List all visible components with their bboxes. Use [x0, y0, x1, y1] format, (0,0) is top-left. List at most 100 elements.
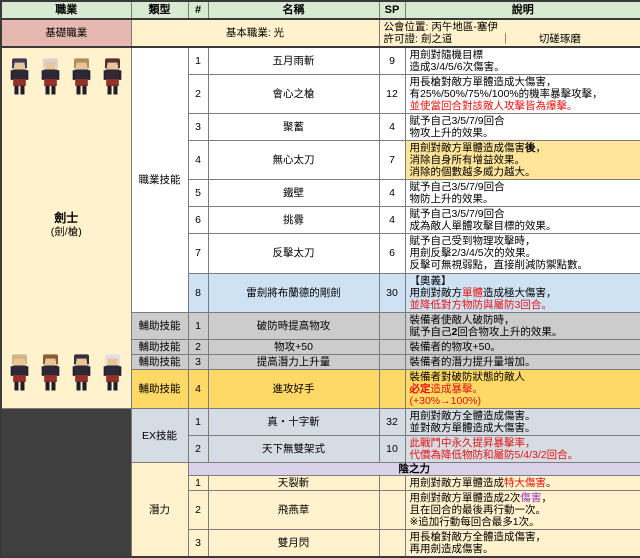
desc-segment: 賦予自己受到物理攻擊時， — [410, 235, 536, 247]
class-weapons: (劍/槍) — [51, 226, 82, 239]
skill-desc-cell: 用劍對敵方單體造成傷害後，消除自身所有增益效果。消除的個數越多威力越大。 — [405, 141, 640, 180]
skill-number-cell: 2 — [188, 75, 208, 114]
skill-name-cell: 進攻好手 — [208, 369, 379, 408]
type-cell-potential: 潛力 — [131, 463, 188, 558]
type-cell-support: 輔助技能 — [131, 339, 188, 354]
column-header: 職業 — [1, 1, 131, 19]
skill-name-cell: 真・十字斬 — [208, 409, 379, 436]
skill-sp-cell — [379, 369, 405, 408]
skill-name-cell: 天下無雙架式 — [208, 436, 379, 463]
skill-sp-cell — [379, 530, 405, 558]
desc-segment: 賦予自己 — [410, 326, 452, 338]
desc-segment: 裝備者使敵人破防時， — [410, 314, 515, 326]
desc-segment: 傷害 — [520, 492, 541, 504]
skill-number-cell: 3 — [188, 530, 208, 558]
desc-segment: 消除的個數越多威力越大。 — [410, 166, 536, 178]
character-sprite — [38, 56, 63, 98]
table-row: EX技能1真・十字斬32用劍對敵方全體造成傷害。並對敵方單體造成大傷害。 — [1, 409, 640, 436]
base-class-cell: 基本職業: 光 — [131, 19, 379, 47]
skill-number-cell: 1 — [188, 47, 208, 75]
desc-line: 賦予自己3/5/7/9回合 — [410, 208, 637, 220]
column-header: 類型 — [131, 1, 188, 19]
skill-desc-cell: 此戰鬥中永久提昇暴擊率，代價為降低物防和屬防5/4/3/2回合。 — [405, 436, 640, 463]
skill-name-cell: 聚蓄 — [208, 114, 379, 141]
skill-sp-cell: 30 — [379, 273, 405, 312]
class-name: 劍士 — [51, 211, 82, 226]
desc-segment: 用劍反擊2/3/4/5次的效果。 — [410, 247, 537, 259]
desc-line: 此戰鬥中永久提昇暴擊率， — [410, 437, 637, 449]
desc-segment: 並降低對方物防與屬防3回合。 — [410, 299, 552, 311]
desc-line: 用劍對敵方單體造成傷害後， — [410, 142, 637, 154]
desc-line: 反擊可無視弱點，直接削減防禦點數。 — [410, 259, 637, 271]
skill-name-cell: 雷劍將布蘭德的剛劍 — [208, 273, 379, 312]
desc-segment: 。 — [546, 477, 557, 489]
skill-desc-cell: 裝備者的物攻+50。 — [405, 339, 640, 354]
skill-number-cell: 7 — [188, 234, 208, 273]
license-label: 許可證: 劍之道 — [384, 33, 453, 45]
skill-name-cell: 無心太刀 — [208, 141, 379, 180]
skill-name-cell: 物攻+50 — [208, 339, 379, 354]
skill-name-cell: 破防時提高物攻 — [208, 312, 379, 339]
desc-segment: 回合物攻上升的效果。 — [457, 326, 562, 338]
guild-location: 公會位置: 丙午地區-塞伊 — [384, 21, 637, 33]
type-cell-ex: EX技能 — [131, 409, 188, 463]
desc-segment: ※追加行動每回合最多1次。 — [410, 516, 540, 528]
desc-line: 裝備者使敵人破防時， — [410, 314, 637, 326]
skill-number-cell: 8 — [188, 273, 208, 312]
class-name-block: 劍士(劍/槍) — [51, 211, 82, 239]
class-cell: 劍士(劍/槍) — [1, 47, 131, 409]
desc-segment: 代價為降低物防和屬防5/4/3/2回合。 — [410, 449, 579, 461]
desc-segment: 造成暴擊。 — [431, 383, 484, 395]
desc-line: 用長槍對敵方全體造成傷害， — [410, 531, 637, 543]
skill-sp-cell — [379, 339, 405, 354]
desc-segment: 並使當回合對該敵人攻擊皆為爆擊。 — [410, 100, 578, 112]
desc-line: 有25%/50%/75%/100%的機率暴擊攻擊， — [410, 88, 637, 100]
desc-line: 裝備者的潛力提升量增加。 — [410, 356, 637, 368]
skill-sp-cell: 6 — [379, 234, 405, 273]
desc-segment: 用劍對敵方 — [410, 287, 463, 299]
skill-desc-cell: 裝備者使敵人破防時，賦予自己2回合物攻上升的效果。 — [405, 312, 640, 339]
skill-number-cell: 1 — [188, 476, 208, 491]
desc-segment: 必定 — [410, 383, 431, 395]
skill-sp-cell: 4 — [379, 207, 405, 234]
skill-desc-cell: 用長槍對敵方單體造成大傷害，有25%/50%/75%/100%的機率暴擊攻擊，並… — [405, 75, 640, 114]
desc-segment: 反擊可無視弱點，直接削減防禦點數。 — [410, 259, 589, 271]
skill-desc-cell: 裝備者對破防狀態的敵人必定造成暴擊。(+30%→100%) — [405, 369, 640, 408]
desc-segment: 造成極大傷害， — [483, 287, 557, 299]
type-cell-support: 輔助技能 — [131, 354, 188, 369]
table-row: 劍士(劍/槍)職業技能1五月雨斬9用劍對隨機目標造成3/4/5/6次傷害。 — [1, 47, 640, 75]
type-cell-class-skills: 職業技能 — [131, 47, 188, 312]
desc-segment: ， — [541, 492, 552, 504]
skill-desc-cell: 用劍對敵方全體造成傷害。並對敵方單體造成大傷害。 — [405, 409, 640, 436]
desc-line: 必定造成暴擊。 — [410, 383, 637, 395]
table-body: 基礎職業基本職業: 光公會位置: 丙午地區-塞伊許可證: 劍之道｜切磋琢磨劍士(… — [1, 19, 640, 557]
column-header: SP — [379, 1, 405, 19]
character-sprite — [38, 352, 63, 394]
shadow-power-banner: 陰之力 — [188, 463, 640, 476]
desc-line: 並使當回合對該敵人攻擊皆為爆擊。 — [410, 100, 637, 112]
desc-line: 賦予自己受到物理攻擊時， — [410, 235, 637, 247]
character-sprites-bottom — [7, 352, 125, 394]
desc-line: 用劍對隨機目標 — [410, 49, 637, 61]
type-cell-support: 輔助技能 — [131, 369, 188, 408]
column-header: 說明 — [405, 1, 640, 19]
skill-number-cell: 5 — [188, 180, 208, 207]
desc-line: 用劍對敵方單體造成特大傷害。 — [410, 477, 637, 489]
column-header: 名稱 — [208, 1, 379, 19]
character-sprite — [100, 352, 125, 394]
skill-name-cell: 雙月閃 — [208, 530, 379, 558]
desc-line: 消除的個數越多威力越大。 — [410, 166, 637, 178]
skill-number-cell: 2 — [188, 339, 208, 354]
desc-segment: 再用劍造成傷害。 — [410, 543, 494, 555]
base-class-label-cell: 基礎職業 — [1, 19, 131, 47]
class-cell-dark — [1, 409, 131, 558]
desc-line: (+30%→100%) — [410, 395, 637, 407]
desc-segment: 用劍對隨機目標 — [410, 49, 484, 61]
skill-sp-cell: 12 — [379, 75, 405, 114]
desc-line: 用劍反擊2/3/4/5次的效果。 — [410, 247, 637, 259]
character-sprite — [100, 56, 125, 98]
column-header: # — [188, 1, 208, 19]
desc-line: 用劍對敵方單體造成極大傷害， — [410, 287, 637, 299]
class-cell-content: 劍士(劍/槍) — [4, 48, 129, 408]
skill-number-cell: 2 — [188, 436, 208, 463]
